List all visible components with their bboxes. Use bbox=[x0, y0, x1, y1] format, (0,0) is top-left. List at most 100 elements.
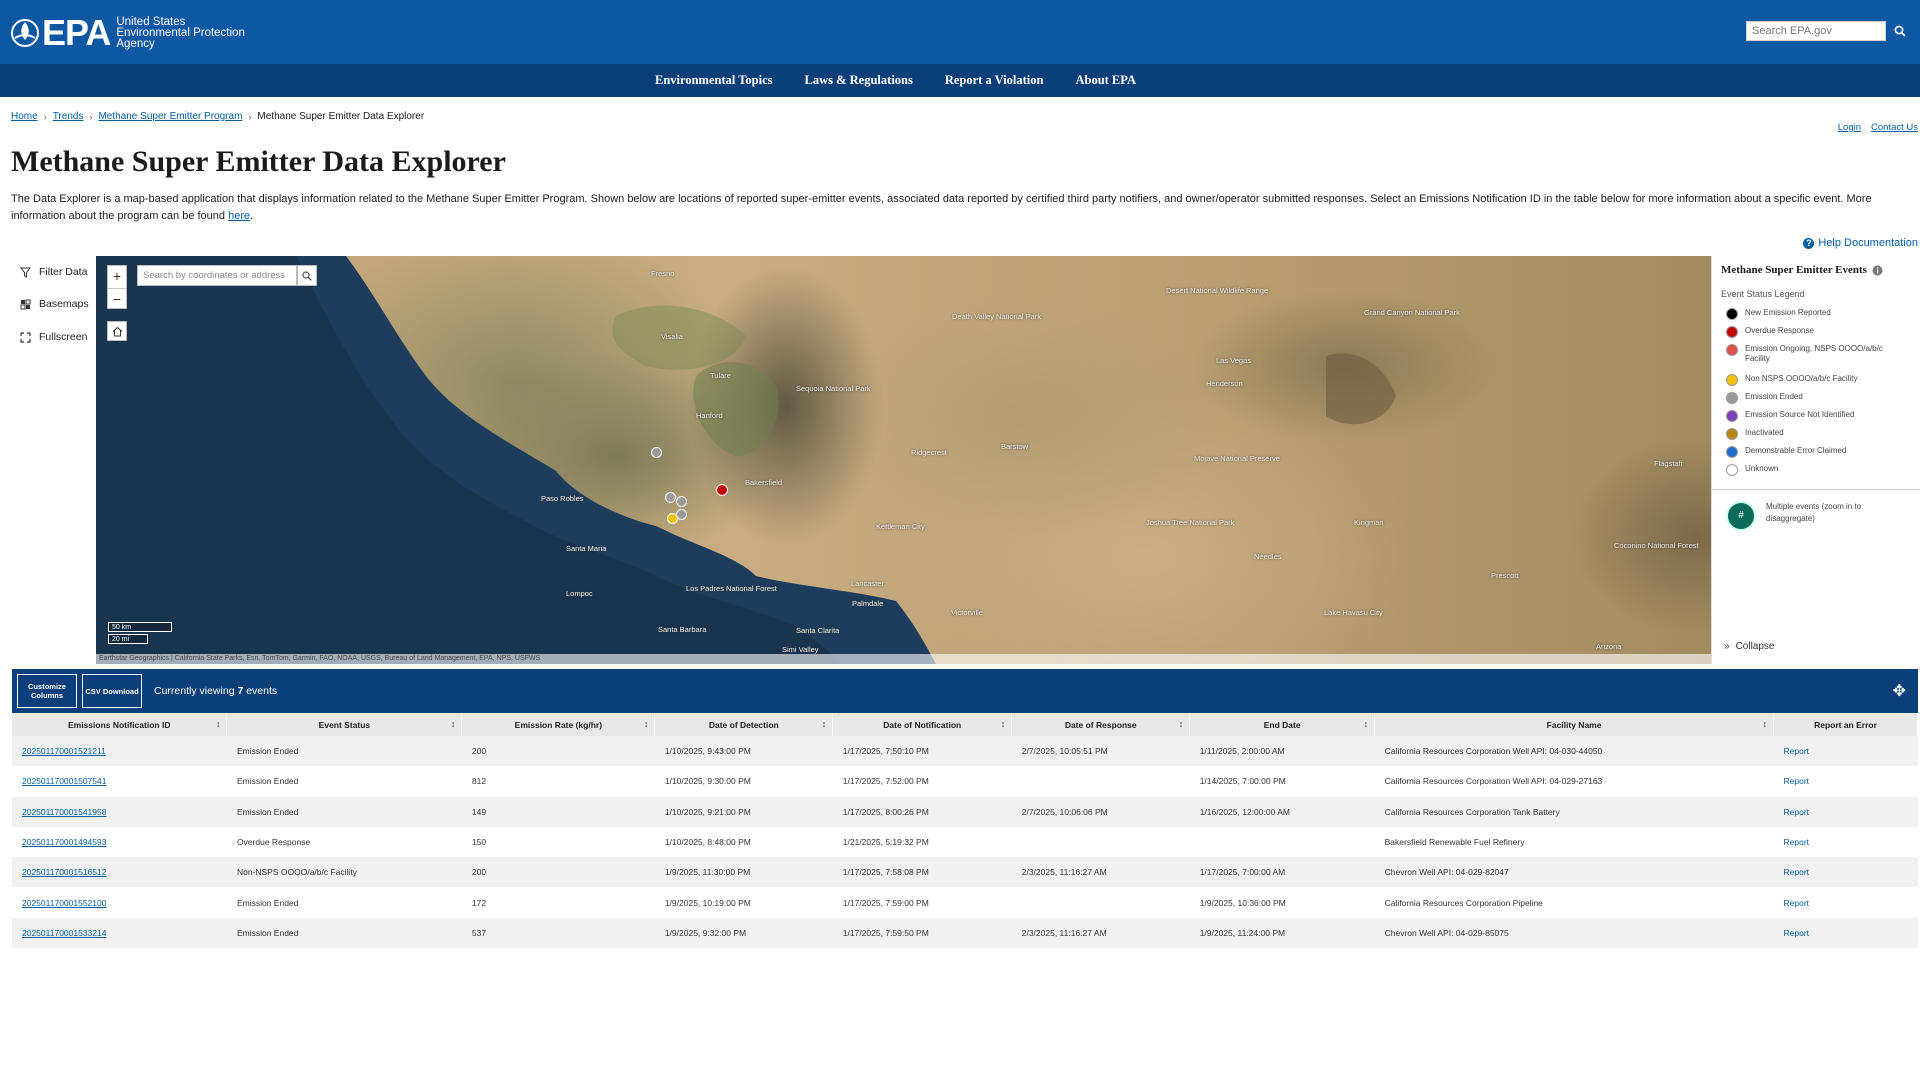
map-label: Lake Havasu City bbox=[1324, 608, 1383, 617]
search-icon bbox=[1894, 25, 1906, 37]
filter-icon bbox=[20, 267, 31, 278]
map-label: Los Padres National Forest bbox=[686, 584, 777, 593]
intro-here-link[interactable]: here bbox=[228, 210, 250, 222]
help-documentation-link[interactable]: ? Help Documentation bbox=[1803, 237, 1918, 249]
legend-title: Methane Super Emitter Events bbox=[1721, 264, 1883, 276]
expand-table-icon[interactable]: ✥ bbox=[1893, 681, 1906, 701]
report-error-link[interactable]: Report bbox=[1773, 766, 1918, 797]
legend-swatch bbox=[1726, 326, 1738, 338]
table-header-row: Emissions Notification ID ↕ Event Status ↕… bbox=[12, 713, 1918, 736]
nav-laws-regulations[interactable]: Laws & Regulations bbox=[805, 73, 913, 88]
notification-id-link[interactable]: 202501170001516512 bbox=[22, 867, 106, 877]
report-error-link[interactable]: Report bbox=[1773, 736, 1918, 767]
nav-environmental-topics[interactable]: Environmental Topics bbox=[655, 73, 773, 88]
table-cell: 150 bbox=[461, 826, 655, 858]
legend-multiple-events: # Multiple events (zoom in to disaggrega… bbox=[1726, 501, 1911, 531]
sort-icon[interactable]: ↕ bbox=[1179, 719, 1184, 729]
info-icon[interactable] bbox=[1872, 265, 1883, 276]
breadcrumb-home[interactable]: Home bbox=[11, 111, 38, 122]
customize-columns-button[interactable]: Customize Columns bbox=[17, 674, 77, 708]
help-icon: ? bbox=[1803, 237, 1815, 249]
legend-title-text: Methane Super Emitter Events bbox=[1721, 264, 1867, 276]
login-link[interactable]: Login bbox=[1838, 122, 1861, 133]
table-body: 202501170001521211 Emission Ended 200 1/10/… bbox=[12, 736, 1918, 949]
table-cell: Overdue Response bbox=[226, 826, 462, 858]
table-row: 202501170001541958 Emission Ended 149 1/10/… bbox=[12, 796, 1918, 827]
column-header-response[interactable]: Date of Response ↕ bbox=[1011, 713, 1191, 736]
epa-logo[interactable]: EPA United States Environmental Protecti… bbox=[10, 12, 245, 54]
table-cell: 1/9/2025, 10:36:00 PM bbox=[1189, 887, 1375, 918]
map-label: Arizona bbox=[1596, 642, 1622, 651]
column-header-facility[interactable]: Facility Name ↕ bbox=[1374, 713, 1774, 736]
map-scale: 50 km 20 mi bbox=[108, 622, 172, 646]
column-header-id[interactable]: Emissions Notification ID ↕ bbox=[12, 713, 228, 736]
report-error-link[interactable]: Report bbox=[1773, 796, 1918, 827]
map-label: Bakersfield bbox=[745, 478, 783, 487]
legend-swatch bbox=[1726, 344, 1738, 356]
table-cell: 1/9/2025, 11:24:00 PM bbox=[1189, 917, 1375, 949]
zoom-out-button[interactable]: − bbox=[108, 288, 126, 310]
event-marker-non-nsps[interactable] bbox=[667, 513, 678, 524]
notification-id-link[interactable]: 202501170001541958 bbox=[22, 807, 106, 817]
nav-about-epa[interactable]: About EPA bbox=[1075, 73, 1136, 88]
legend-label: Demonstrable Error Claimed bbox=[1745, 446, 1847, 455]
legend-label: Emission Source Not Identified bbox=[1745, 410, 1855, 419]
notification-id-link[interactable]: 202501170001521211 bbox=[22, 746, 106, 756]
event-marker-emission-ended[interactable] bbox=[676, 496, 687, 507]
filter-data-button[interactable]: Filter Data bbox=[20, 266, 87, 278]
scale-mi: 20 mi bbox=[108, 634, 148, 644]
column-header-detection[interactable]: Date of Detection ↕ bbox=[654, 713, 834, 736]
map-home-button[interactable] bbox=[107, 321, 127, 341]
table-cell: 2/3/2025, 11:16:27 AM bbox=[1011, 857, 1190, 888]
sort-icon[interactable]: ↕ bbox=[644, 719, 649, 729]
nav-report-violation[interactable]: Report a Violation bbox=[945, 73, 1044, 88]
table-cell: 1/10/2025, 9:43:00 PM bbox=[654, 736, 833, 767]
table-toolbar: Customize Columns CSV Download Currently… bbox=[12, 669, 1918, 713]
breadcrumb-trends[interactable]: Trends bbox=[53, 111, 84, 122]
column-label: Emission Rate (kg/hr) bbox=[514, 719, 603, 730]
notification-id-link[interactable]: 202501170001552100 bbox=[22, 898, 106, 908]
report-error-link[interactable]: Report bbox=[1773, 917, 1918, 949]
table-cell: 1/21/2025, 5:19:32 PM bbox=[832, 826, 1012, 858]
viewing-count: Currently viewing 7 events bbox=[154, 685, 277, 697]
report-error-link[interactable]: Report bbox=[1773, 857, 1918, 888]
column-header-status[interactable]: Event Status ↕ bbox=[226, 713, 463, 736]
report-error-link[interactable]: Report bbox=[1773, 887, 1918, 918]
notification-id-link[interactable]: 202501170001507541 bbox=[22, 776, 106, 786]
basemaps-icon bbox=[20, 299, 31, 309]
map-view[interactable]: Fresno Visalia Tulare Bakersfield Paso R… bbox=[96, 256, 1711, 664]
fullscreen-label: Fullscreen bbox=[39, 331, 88, 343]
site-search-button[interactable] bbox=[1888, 20, 1912, 42]
map-search-button[interactable] bbox=[297, 265, 317, 286]
column-header-notification[interactable]: Date of Notification ↕ bbox=[832, 713, 1013, 736]
sort-icon[interactable]: ↕ bbox=[451, 719, 456, 729]
column-header-end-date[interactable]: End Date ↕ bbox=[1189, 713, 1376, 736]
event-marker-overdue-response[interactable] bbox=[716, 484, 728, 496]
sort-icon[interactable]: ↕ bbox=[1364, 719, 1369, 729]
intro-body: The Data Explorer is a map-based applica… bbox=[11, 193, 1872, 222]
site-search-input[interactable]: Search EPA.gov bbox=[1746, 21, 1886, 41]
table-cell: 1/9/2025, 10:19:00 PM bbox=[654, 887, 833, 918]
zoom-in-button[interactable]: + bbox=[108, 266, 126, 288]
report-error-link[interactable]: Report bbox=[1773, 826, 1918, 858]
agency-line-1: United States bbox=[116, 15, 186, 28]
breadcrumb-program[interactable]: Methane Super Emitter Program bbox=[98, 111, 242, 122]
legend-swatch bbox=[1726, 308, 1738, 320]
sort-icon[interactable]: ↕ bbox=[1001, 719, 1006, 729]
legend-item: Non NSPS OOOO/a/b/c Facility bbox=[1726, 374, 1906, 386]
event-marker-emission-ended[interactable] bbox=[665, 492, 676, 503]
column-header-rate[interactable]: Emission Rate (kg/hr) ↕ bbox=[461, 713, 656, 736]
table-row: 202501170001494593 Overdue Response 150 1/1… bbox=[12, 826, 1918, 858]
event-marker-emission-ended[interactable] bbox=[651, 447, 662, 458]
sort-icon[interactable]: ↕ bbox=[822, 719, 827, 729]
notification-id-link[interactable]: 202501170001494593 bbox=[22, 837, 106, 847]
contact-us-link[interactable]: Contact Us bbox=[1871, 122, 1918, 133]
map-search-input[interactable]: Search by coordinates or address bbox=[137, 265, 297, 286]
sort-icon[interactable]: ↕ bbox=[216, 719, 221, 729]
basemaps-button[interactable]: Basemaps bbox=[20, 298, 89, 310]
sort-icon[interactable]: ↕ bbox=[1763, 719, 1768, 729]
notification-id-link[interactable]: 202501170001533214 bbox=[22, 928, 106, 938]
csv-download-button[interactable]: CSV Download bbox=[82, 674, 142, 708]
fullscreen-button[interactable]: Fullscreen bbox=[20, 331, 87, 343]
collapse-legend-button[interactable]: » Collapse bbox=[1724, 641, 1774, 652]
